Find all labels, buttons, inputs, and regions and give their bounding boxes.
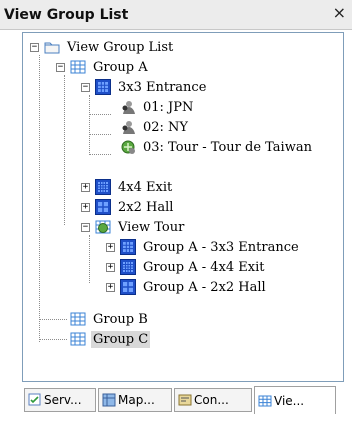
- expand-toggle[interactable]: +: [106, 242, 115, 252]
- tree-label: Group A: [93, 59, 148, 75]
- server-icon: [28, 393, 42, 407]
- tree-line: [89, 134, 111, 135]
- window-title: View Group List: [4, 7, 129, 23]
- tab-label: Map...: [118, 393, 155, 407]
- tree-item-tour-2x2[interactable]: + Group A - 2x2 Hall: [106, 277, 268, 297]
- layout-2x2-icon: [120, 279, 136, 295]
- folder-icon: [44, 39, 60, 55]
- tab-label: Serv...: [44, 393, 82, 407]
- collapse-toggle[interactable]: −: [81, 82, 90, 92]
- layout-4x4-icon: [95, 179, 111, 195]
- panel-tabs: Serv... Map... Con... Vie...: [22, 384, 344, 418]
- close-icon[interactable]: ×: [333, 5, 346, 21]
- expand-toggle[interactable]: +: [81, 182, 90, 192]
- tree-item-3x3-entrance[interactable]: − 3x3 Entrance: [81, 77, 208, 97]
- tree-line: [89, 154, 111, 155]
- tab-map[interactable]: Map...: [98, 388, 172, 412]
- tree-line: [64, 75, 65, 225]
- tree-item-4x4-exit[interactable]: + 4x4 Exit: [81, 177, 174, 197]
- tree-label: 02: NY: [143, 119, 189, 135]
- expand-toggle[interactable]: +: [106, 282, 115, 292]
- group-grid-icon: [70, 331, 86, 347]
- tree-item-tour-4x4[interactable]: + Group A - 4x4 Exit: [106, 257, 267, 277]
- collapse-toggle[interactable]: −: [81, 222, 90, 232]
- tree-line: [39, 319, 67, 320]
- title-bar: View Group List ×: [0, 0, 352, 30]
- tree-item-camera-ny[interactable]: 02: NY: [120, 117, 190, 137]
- group-grid-icon: [70, 311, 86, 327]
- tree-label: Group B: [93, 311, 148, 327]
- tree-item-group-c[interactable]: Group C: [70, 329, 151, 349]
- tour-icon: [120, 139, 136, 155]
- console-icon: [178, 393, 192, 407]
- tree-item-view-tour[interactable]: − View Tour: [81, 217, 186, 237]
- tree-label: 2x2 Hall: [118, 199, 174, 215]
- view-icon: [258, 394, 272, 408]
- tree-label: Group A - 2x2 Hall: [143, 279, 266, 295]
- tree-line: [89, 95, 90, 153]
- view-group-tree[interactable]: − View Group List − Group A − 3x3 Entran…: [22, 32, 344, 382]
- tab-server[interactable]: Serv...: [24, 388, 96, 412]
- tab-label: Vie...: [274, 393, 305, 408]
- tree-item-group-b[interactable]: Group B: [70, 309, 150, 329]
- tab-label: Con...: [194, 393, 229, 407]
- tree-line: [39, 339, 67, 340]
- tree-item-2x2-hall[interactable]: + 2x2 Hall: [81, 197, 175, 217]
- collapse-toggle[interactable]: −: [56, 62, 65, 72]
- expand-toggle[interactable]: +: [106, 262, 115, 272]
- tree-label-selected: Group C: [91, 330, 151, 348]
- layout-3x3-icon: [120, 239, 136, 255]
- layout-3x3-icon: [95, 79, 111, 95]
- tree-line: [39, 55, 40, 342]
- tree-item-group-a[interactable]: − Group A: [56, 57, 150, 77]
- camera-icon: [120, 119, 136, 135]
- view-tour-icon: [95, 219, 111, 235]
- map-icon: [102, 393, 116, 407]
- layout-4x4-icon: [120, 259, 136, 275]
- tree-label: View Tour: [118, 219, 185, 235]
- tree-label: View Group List: [67, 39, 174, 55]
- tree-line: [89, 235, 90, 283]
- expand-toggle[interactable]: +: [81, 202, 90, 212]
- tree-label: 01: JPN: [143, 99, 194, 115]
- collapse-toggle[interactable]: −: [30, 42, 39, 52]
- tree-label: Group A - 4x4 Exit: [143, 259, 265, 275]
- camera-icon: [120, 99, 136, 115]
- tab-view[interactable]: Vie...: [254, 386, 336, 414]
- tree-label: 4x4 Exit: [118, 179, 173, 195]
- tree-item-tour-3x3[interactable]: + Group A - 3x3 Entrance: [106, 237, 301, 257]
- group-grid-icon: [70, 59, 86, 75]
- tree-line: [89, 114, 111, 115]
- tree-item-tour-taiwan[interactable]: 03: Tour - Tour de Taiwan: [120, 137, 314, 157]
- tab-console[interactable]: Con...: [174, 388, 252, 412]
- tree-item-camera-jpn[interactable]: 01: JPN: [120, 97, 195, 117]
- tree-label: Group A - 3x3 Entrance: [143, 239, 299, 255]
- tree-label: 03: Tour - Tour de Taiwan: [143, 139, 312, 155]
- tree-label: 3x3 Entrance: [118, 79, 207, 95]
- tree-item-root[interactable]: − View Group List: [30, 37, 175, 57]
- layout-2x2-icon: [95, 199, 111, 215]
